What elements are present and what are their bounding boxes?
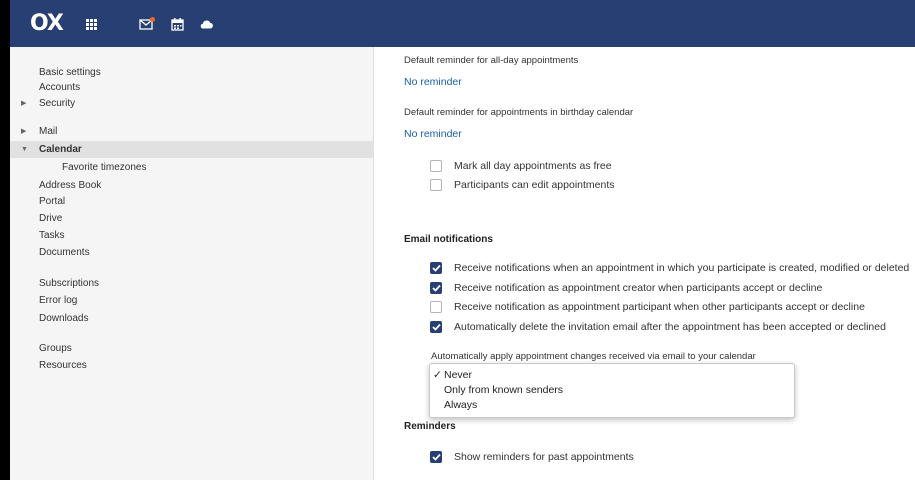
sidebar-item-security[interactable]: ▶ Security bbox=[10, 95, 374, 112]
sidebar-item-drive[interactable]: Drive bbox=[10, 210, 374, 227]
checkbox[interactable] bbox=[430, 160, 442, 172]
dropdown-option-known-senders[interactable]: Only from known senders bbox=[430, 383, 794, 398]
checkbox[interactable] bbox=[430, 282, 442, 294]
sidebar-item-documents[interactable]: Documents bbox=[10, 244, 374, 261]
checkbox-label: Receive notifications when an appointmen… bbox=[454, 262, 910, 274]
mark-allday-free-option[interactable]: Mark all day appointments as free bbox=[430, 158, 612, 174]
sidebar-item-favorite-timezones[interactable]: Favorite timezones bbox=[10, 159, 374, 176]
notify-participate-option[interactable]: Receive notifications when an appointmen… bbox=[430, 260, 909, 276]
ox-logo: OX bbox=[30, 11, 64, 36]
app-window: OX Basic settings Accounts ▶ Security ▶ … bbox=[10, 0, 915, 480]
app-launcher-icon[interactable] bbox=[82, 15, 100, 33]
mail-icon[interactable] bbox=[138, 15, 156, 33]
checkbox-label: Receive notification as appointment crea… bbox=[454, 282, 823, 294]
sidebar-item-address-book[interactable]: Address Book bbox=[10, 177, 374, 194]
sidebar-item-error-log[interactable]: Error log bbox=[10, 292, 374, 309]
check-icon bbox=[431, 264, 441, 272]
sidebar-item-label: Subscriptions bbox=[39, 278, 100, 289]
sidebar-item-resources[interactable]: Resources bbox=[10, 357, 374, 374]
sidebar-item-label: Accounts bbox=[39, 82, 81, 93]
notify-participant-option[interactable]: Receive notification as appointment part… bbox=[430, 299, 865, 315]
sidebar-item-label: Drive bbox=[39, 213, 63, 224]
dropdown-option-never[interactable]: ✓ Never bbox=[430, 368, 794, 383]
allday-reminder-link[interactable]: No reminder bbox=[404, 76, 462, 88]
chevron-right-icon[interactable]: ▶ bbox=[21, 95, 26, 112]
sidebar-item-label: Downloads bbox=[39, 313, 89, 324]
chevron-down-icon[interactable]: ▼ bbox=[21, 141, 28, 158]
participants-edit-option[interactable]: Participants can edit appointments bbox=[430, 177, 615, 193]
checkbox[interactable] bbox=[430, 321, 442, 333]
sidebar-item-label: Error log bbox=[39, 295, 78, 306]
sidebar-item-downloads[interactable]: Downloads bbox=[10, 310, 374, 327]
calendar-settings-panel: Default reminder for all-day appointment… bbox=[375, 47, 915, 480]
checkbox[interactable] bbox=[430, 179, 442, 191]
sidebar-item-label: Calendar bbox=[39, 144, 82, 155]
email-notifications-heading: Email notifications bbox=[404, 234, 493, 245]
sidebar-item-label: Documents bbox=[39, 247, 90, 258]
check-icon bbox=[431, 284, 441, 292]
check-icon bbox=[431, 453, 441, 461]
sidebar-item-label: Basic settings bbox=[39, 67, 101, 78]
checkbox-label: Show reminders for past appointments bbox=[454, 451, 634, 463]
sidebar-item-calendar[interactable]: ▼ Calendar bbox=[10, 141, 374, 158]
sidebar-item-accounts[interactable]: Accounts bbox=[10, 79, 374, 96]
sidebar-item-label: Resources bbox=[39, 360, 87, 371]
allday-reminder-label: Default reminder for all-day appointment… bbox=[404, 55, 579, 66]
sidebar-item-subscriptions[interactable]: Subscriptions bbox=[10, 275, 374, 292]
sidebar-item-portal[interactable]: Portal bbox=[10, 193, 374, 210]
cloud-icon[interactable] bbox=[197, 15, 215, 33]
checkbox[interactable] bbox=[430, 301, 442, 313]
checkbox-label: Participants can edit appointments bbox=[454, 179, 615, 191]
sidebar-item-mail[interactable]: ▶ Mail bbox=[10, 123, 374, 140]
notify-creator-option[interactable]: Receive notification as appointment crea… bbox=[430, 280, 822, 296]
dropdown-option-always[interactable]: Always bbox=[430, 398, 794, 413]
sidebar-item-label: Portal bbox=[39, 196, 66, 207]
checkbox-label: Receive notification as appointment part… bbox=[454, 301, 865, 313]
settings-sidebar: Basic settings Accounts ▶ Security ▶ Mail … bbox=[10, 47, 374, 480]
sidebar-item-label: Tasks bbox=[39, 230, 65, 241]
sidebar-item-label: Security bbox=[39, 98, 76, 109]
checkbox[interactable] bbox=[430, 451, 442, 463]
sidebar-item-label: Mail bbox=[39, 126, 58, 137]
sidebar-item-label: Groups bbox=[39, 343, 72, 354]
check-icon bbox=[431, 323, 441, 331]
checkbox-label: Automatically delete the invitation emai… bbox=[454, 321, 886, 333]
auto-apply-dropdown[interactable]: ✓ Never Only from known senders Always bbox=[429, 363, 795, 418]
checkbox[interactable] bbox=[430, 262, 442, 274]
chevron-right-icon[interactable]: ▶ bbox=[21, 123, 26, 140]
top-bar: OX bbox=[10, 0, 915, 47]
auto-apply-label: Automatically apply appointment changes … bbox=[431, 351, 756, 362]
birthday-reminder-label: Default reminder for appointments in bir… bbox=[404, 107, 634, 118]
reminders-heading: Reminders bbox=[404, 421, 456, 432]
birthday-reminder-link[interactable]: No reminder bbox=[404, 128, 462, 140]
checkbox-label: Mark all day appointments as free bbox=[454, 160, 612, 172]
auto-delete-invitation-option[interactable]: Automatically delete the invitation emai… bbox=[430, 319, 886, 335]
sidebar-item-groups[interactable]: Groups bbox=[10, 340, 374, 357]
sidebar-item-label: Address Book bbox=[39, 180, 102, 191]
show-past-reminders-option[interactable]: Show reminders for past appointments bbox=[430, 449, 634, 465]
checkmark-icon: ✓ bbox=[433, 369, 442, 381]
sidebar-item-tasks[interactable]: Tasks bbox=[10, 227, 374, 244]
sidebar-item-label: Favorite timezones bbox=[62, 162, 147, 173]
calendar-icon[interactable] bbox=[168, 15, 186, 33]
